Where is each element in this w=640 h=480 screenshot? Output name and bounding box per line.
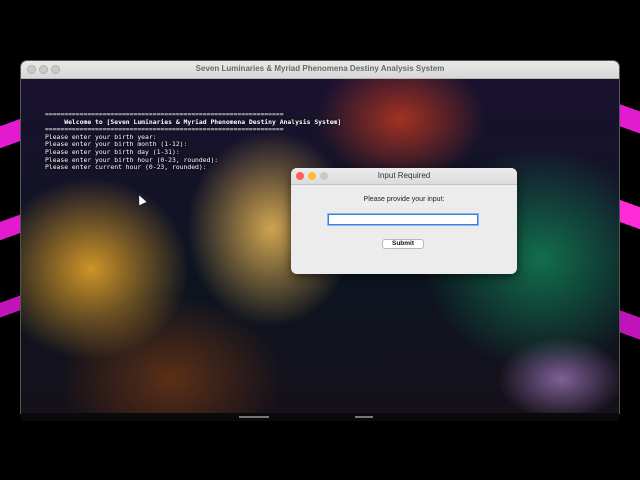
desktop-edge-left — [0, 60, 22, 420]
arrow-cursor-icon — [135, 193, 147, 206]
dialog-titlebar[interactable]: Input Required — [291, 168, 517, 185]
dialog-prompt: Please provide your input: — [363, 196, 445, 203]
input-dialog: Input Required Please provide your input… — [291, 168, 517, 274]
terminal-output: ========================================… — [45, 110, 341, 172]
terminal-line: Please enter current hour (0-23, rounded… — [45, 163, 207, 172]
window-title: Seven Luminaries & Myriad Phenomena Dest… — [195, 64, 445, 73]
bottom-strip — [21, 413, 619, 421]
window-titlebar[interactable]: Seven Luminaries & Myriad Phenomena Dest… — [21, 61, 619, 79]
submit-button[interactable]: Submit — [382, 239, 424, 249]
input-field[interactable] — [327, 213, 479, 226]
dialog-title: Input Required — [377, 171, 431, 180]
desktop-edge-right — [618, 60, 640, 420]
bottom-mark — [239, 416, 269, 418]
bottom-mark — [355, 416, 373, 418]
